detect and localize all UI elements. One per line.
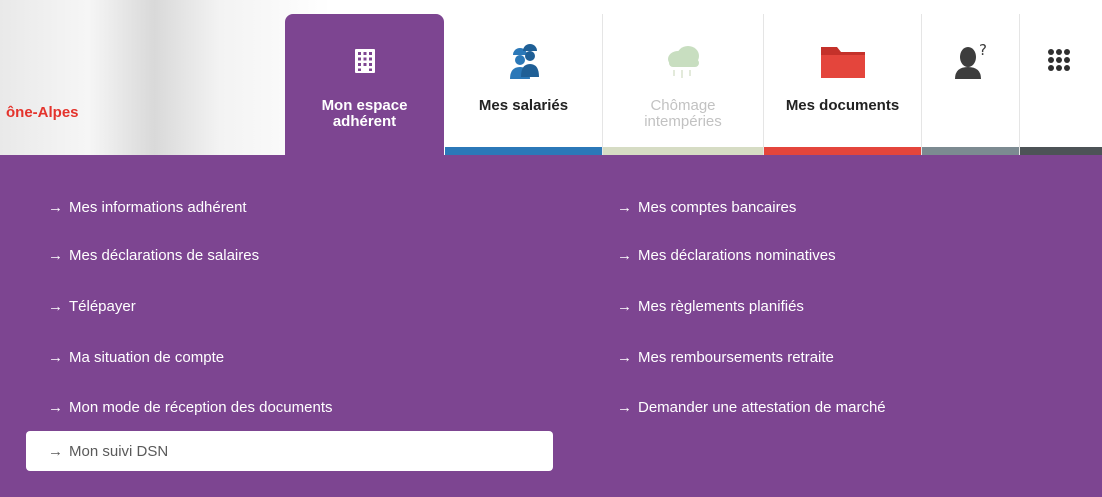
menu-item-reglements-planifies[interactable]: → Mes règlements planifiés (617, 298, 804, 315)
tab-color-bar (445, 147, 602, 155)
mega-menu-panel: → Mes informations adhérent → Mes déclar… (0, 155, 1102, 497)
tab-aide[interactable]: ? (922, 14, 1020, 155)
menu-item-label: Mes informations adhérent (69, 199, 247, 216)
tab-color-bar (764, 147, 921, 155)
menu-item-label: Mes déclarations de salaires (69, 247, 260, 264)
menu-item-comptes-bancaires[interactable]: → Mes comptes bancaires (617, 199, 796, 216)
arrow-right-icon: → (617, 349, 632, 366)
menu-item-informations-adherent[interactable]: → Mes informations adhérent (48, 199, 247, 216)
tab-mes-salaries[interactable]: Mes salariés (445, 14, 603, 155)
brand-name: ône-Alpes (6, 104, 79, 121)
arrow-right-icon: → (48, 442, 63, 460)
arrow-right-icon: → (48, 349, 63, 366)
menu-item-label: Télépayer (69, 298, 136, 315)
grid-building-icon (354, 38, 376, 84)
tab-mes-documents[interactable]: Mes documents (764, 14, 922, 155)
arrow-right-icon: → (48, 247, 63, 264)
svg-text:?: ? (979, 41, 987, 59)
menu-item-label: Ma situation de compte (69, 349, 225, 366)
tab-color-bar (603, 147, 763, 155)
menu-item-label: Mon suivi DSN (69, 442, 169, 460)
folder-icon (818, 38, 868, 84)
tab-label: Mes salariés (478, 97, 569, 114)
menu-item-remboursements-retraite[interactable]: → Mes remboursements retraite (617, 349, 834, 366)
top-navigation: ône-Alpes Mon espace adhérent Mes salari… (0, 0, 1102, 155)
apps-grid-icon (1046, 38, 1076, 84)
arrow-right-icon: → (617, 298, 632, 315)
tab-label: Mon espace adhérent (321, 97, 408, 130)
user-question-icon: ? (951, 38, 991, 84)
tab-chomage-intemperies[interactable]: Chômage intempéries (603, 14, 764, 155)
menu-item-label: Mon mode de réception des documents (69, 399, 333, 416)
menu-item-declarations-salaires[interactable]: → Mes déclarations de salaires (48, 247, 259, 264)
arrow-right-icon: → (617, 199, 632, 216)
menu-item-situation-compte[interactable]: → Ma situation de compte (48, 349, 224, 366)
tab-color-bar (1020, 147, 1102, 155)
arrow-right-icon: → (617, 399, 632, 416)
menu-item-suivi-dsn[interactable]: → Mon suivi DSN (26, 431, 553, 471)
arrow-right-icon: → (48, 199, 63, 216)
workers-helmet-icon (504, 38, 544, 84)
rain-cloud-icon (661, 38, 705, 84)
arrow-right-icon: → (617, 247, 632, 264)
arrow-right-icon: → (48, 298, 63, 315)
arrow-right-icon: → (48, 399, 63, 416)
tab-label: Mes documents (785, 97, 900, 114)
tab-color-bar (922, 147, 1019, 155)
menu-item-label: Demander une attestation de marché (638, 399, 886, 416)
tab-mon-espace-adherent[interactable]: Mon espace adhérent (285, 14, 444, 155)
menu-item-label: Mes comptes bancaires (638, 199, 797, 216)
menu-item-label: Mes règlements planifiés (638, 298, 804, 315)
menu-item-telepayer[interactable]: → Télépayer (48, 298, 136, 315)
menu-item-attestation-marche[interactable]: → Demander une attestation de marché (617, 399, 886, 416)
menu-item-label: Mes remboursements retraite (638, 349, 834, 366)
menu-item-mode-reception-documents[interactable]: → Mon mode de réception des documents (48, 399, 333, 416)
tab-applications[interactable] (1020, 14, 1102, 155)
menu-item-declarations-nominatives[interactable]: → Mes déclarations nominatives (617, 247, 836, 264)
tab-label: Chômage intempéries (644, 97, 722, 130)
menu-item-label: Mes déclarations nominatives (638, 247, 836, 264)
